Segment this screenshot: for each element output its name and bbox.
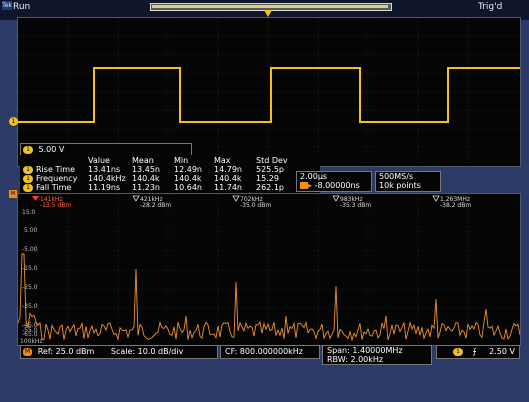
meas-cell: 10.64n — [174, 183, 202, 192]
meas-col-header: Mean — [132, 156, 154, 165]
marker-level: -13.5 dBm — [40, 202, 71, 209]
math-ref-scale-readout[interactable]: M Ref: 25.0 dBm Scale: 10.0 dB/div — [20, 345, 218, 359]
ch1-scale-value: 5.00 V — [38, 145, 65, 154]
meas-cell: 525.5p — [256, 165, 284, 174]
y-label: -65.0 — [22, 331, 38, 338]
trigger-level-readout[interactable]: 1 ⨍ 2.50 V — [436, 345, 520, 359]
meas-cell: 11.19ns — [88, 183, 121, 192]
marker-level: -28.2 dBm — [140, 202, 171, 209]
acquisition-readout[interactable]: 500MS/s 10k points — [375, 171, 441, 192]
ref-marker-icon — [32, 196, 39, 201]
delay-value: -8.00000ns — [314, 181, 360, 190]
meas-row-label: Fall Time — [36, 183, 72, 192]
tek-logo: Tek — [2, 1, 12, 10]
horizontal-delay: ▸ -8.00000ns — [300, 181, 360, 190]
trigger-status: Trig'd — [478, 2, 503, 12]
meas-row-badge: 1 — [21, 183, 36, 192]
time-per-div: 2.00µs — [300, 172, 328, 181]
marker-level: -35.0 dBm — [240, 202, 271, 209]
spectrum-graticule[interactable]: 15.0 5.00 -5.00 -15.0 -25.0 -35.0 -45.0 … — [17, 193, 521, 346]
measurement-table: Value Mean Min Max Std Dev 1 Rise Time 1… — [20, 155, 320, 195]
span-value: Span: 1.40000MHz — [327, 346, 403, 355]
ch1-square-wave — [18, 67, 520, 123]
spectrum-y-labels: 15.0 5.00 -5.00 -15.0 -25.0 -35.0 -45.0 … — [20, 209, 43, 345]
rbw-value: RBW: 2.00kHz — [327, 355, 384, 364]
delta-marker-icon — [132, 195, 140, 202]
timebase-readout[interactable]: 2.00µs ▸ -8.00000ns — [296, 171, 372, 192]
acquisition-status: Run — [13, 2, 31, 12]
meas-row-label: Frequency — [36, 174, 78, 183]
spectrum-graticule-svg: 15.0 5.00 -5.00 -15.0 -25.0 -35.0 -45.0 … — [17, 194, 521, 345]
trigger-level-value: 2.50 V — [489, 347, 515, 356]
marker-level: -35.3 dBm — [340, 202, 371, 209]
meas-col-header: Value — [88, 156, 110, 165]
start-frequency-label: 100kHz — [20, 338, 43, 345]
span-rbw-readout[interactable]: Span: 1.40000MHz RBW: 2.00kHz — [322, 345, 432, 365]
meas-row-label: Rise Time — [36, 165, 75, 174]
meas-cell: 13.45n — [132, 165, 160, 174]
meas-cell: 140.4k — [132, 174, 160, 183]
meas-col-header: Std Dev — [256, 156, 288, 165]
meas-cell: 262.1p — [256, 183, 284, 192]
record-length: 10k points — [379, 181, 421, 190]
center-frequency-readout[interactable]: CF: 800.000000kHz — [220, 345, 320, 359]
ch1-ground-marker[interactable]: 1 — [9, 117, 18, 126]
meas-cell: 140.4k — [214, 174, 242, 183]
ch1-badge: 1 — [23, 145, 33, 154]
trigger-slope-icon: ⨍ — [472, 347, 477, 356]
meas-cell: 11.74n — [214, 183, 242, 192]
center-frequency: CF: 800.000000kHz — [225, 347, 304, 356]
delay-icon — [300, 182, 308, 189]
y-label: -35.0 — [22, 303, 38, 310]
meas-cell: 140.4kHz — [88, 174, 126, 183]
spectrum-marker-readouts: 141kHz -13.5 dBm 421kHz -28.2 dBm 702kHz… — [32, 195, 471, 209]
y-label: -5.00 — [22, 246, 38, 253]
meas-cell: 11.23n — [132, 183, 160, 192]
math-position-marker[interactable]: M — [9, 190, 17, 198]
sample-rate: 500MS/s — [379, 172, 414, 181]
meas-row-badge: 1 — [21, 174, 36, 183]
meas-cell: 140.4k — [174, 174, 202, 183]
meas-col-header: Min — [174, 156, 189, 165]
spectrum-trace — [17, 253, 521, 342]
oscilloscope-screen: Tek Run Trig'd 1 1 5.00 V Value Mean Min… — [0, 0, 529, 402]
meas-col-header: Max — [214, 156, 231, 165]
record-view-window[interactable] — [152, 5, 388, 8]
math-badge: M — [23, 347, 33, 356]
y-label: -25.0 — [22, 284, 38, 291]
y-label: 15.0 — [22, 209, 36, 216]
delta-marker-icon — [432, 195, 440, 202]
meas-row-badge: 1 — [21, 165, 36, 174]
delta-marker-icon — [332, 195, 340, 202]
meas-cell: 14.79n — [214, 165, 242, 174]
meas-cell: 13.41ns — [88, 165, 121, 174]
reference-level: Ref: 25.0 dBm — [37, 347, 95, 356]
y-label: 5.00 — [24, 227, 38, 234]
spectrum-grid — [18, 194, 520, 345]
delay-arrow-icon: ▸ — [308, 181, 313, 190]
delta-marker-icon — [232, 195, 240, 202]
meas-cell: 15.29 — [256, 174, 279, 183]
trigger-position-arrow — [264, 10, 272, 17]
meas-cell: 12.49n — [174, 165, 202, 174]
vertical-scale: Scale: 10.0 dB/div — [110, 347, 184, 356]
trigger-source-badge: 1 — [453, 347, 463, 356]
marker-level: -38.2 dBm — [440, 202, 471, 209]
